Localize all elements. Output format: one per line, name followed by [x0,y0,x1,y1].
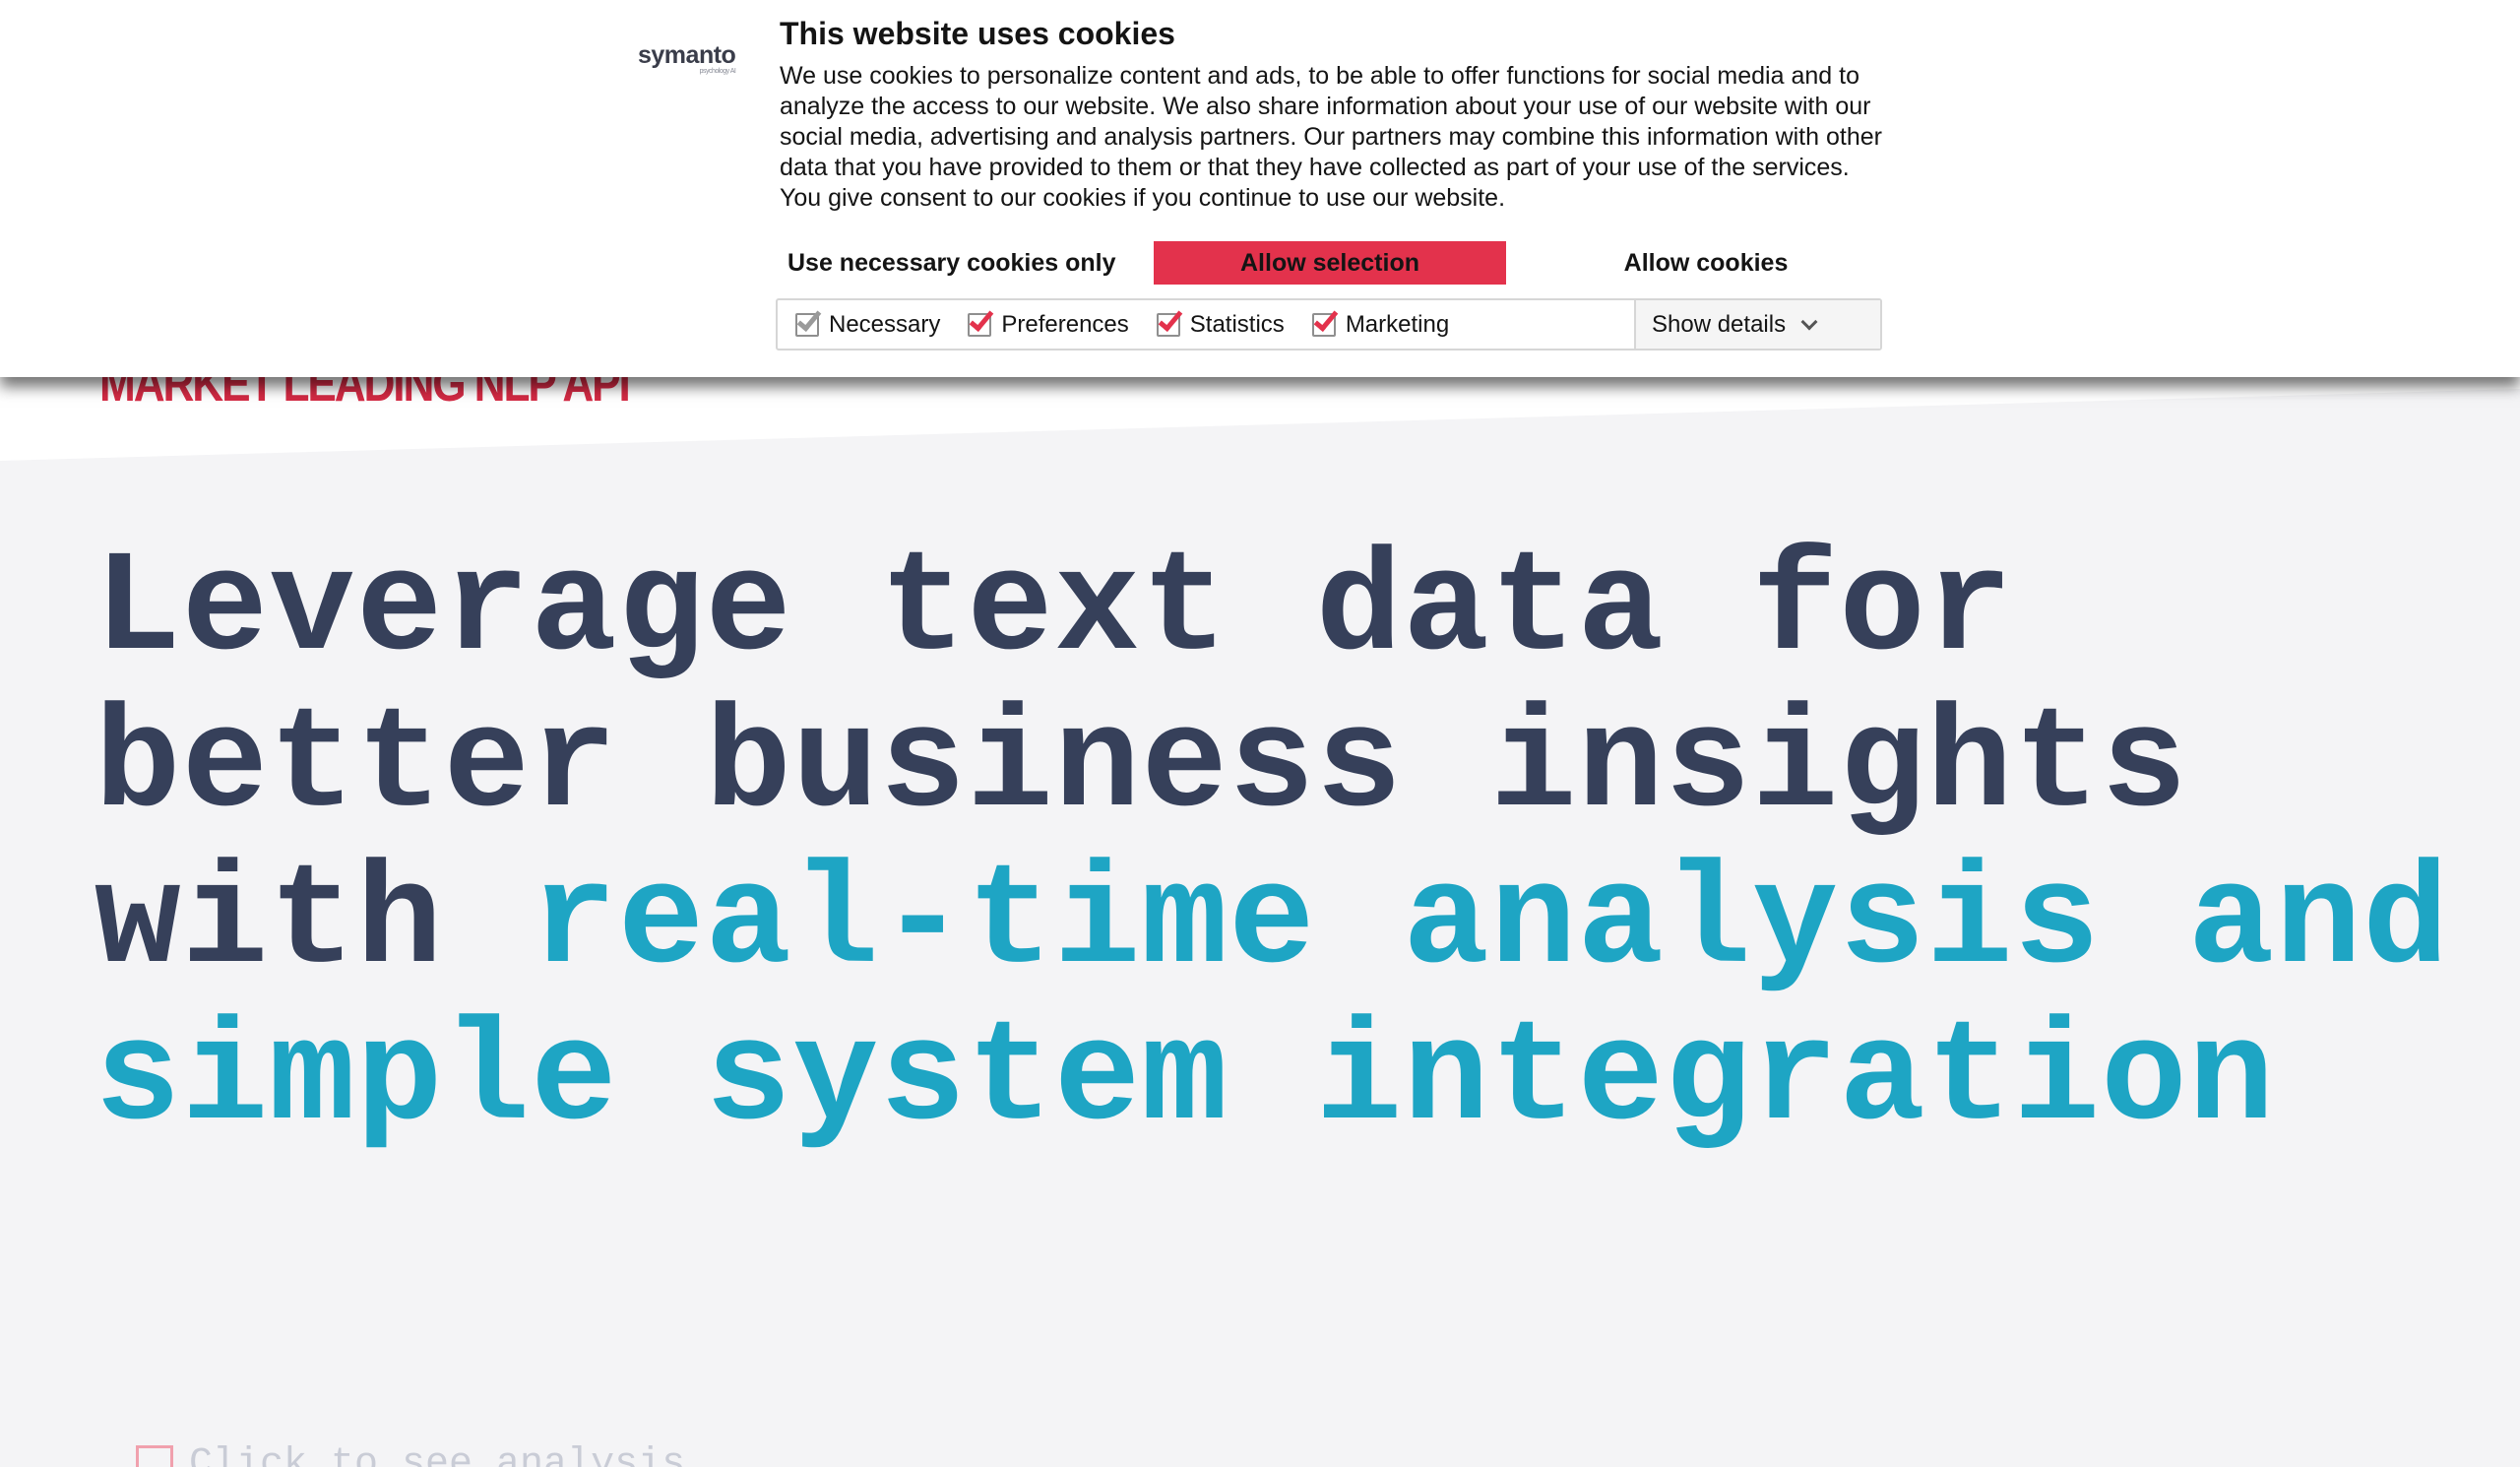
cookie-banner-title: This website uses cookies [780,16,1175,51]
show-details-label: Show details [1652,310,1787,338]
option-preferences[interactable]: Preferences [968,305,1129,339]
option-label: Preferences [1001,310,1129,338]
analysis-hint[interactable]: Click to see analysis [136,1442,685,1467]
cookie-banner-text: We use cookies to personalize content an… [780,62,1882,212]
allow-cookies-button[interactable]: Allow cookies [1532,241,1880,285]
cookie-options: Necessary Preferences Statistics Marketi… [778,300,1634,349]
logo-tagline: psychology AI [699,68,736,75]
allow-selection-button[interactable]: Allow selection [1154,241,1506,285]
chevron-down-icon [1800,313,1818,330]
option-statistics[interactable]: Statistics [1156,305,1285,339]
option-label: Statistics [1189,310,1285,338]
option-label: Marketing [1345,310,1450,338]
statistics-checkbox[interactable] [1156,305,1183,337]
cookie-banner: symanto psychology AI This website uses … [0,0,2520,377]
analysis-hint-label: Click to see analysis [189,1442,686,1467]
marketing-checkbox[interactable] [1311,305,1339,337]
logo-text: symanto [638,41,736,69]
hero-headline: Leverage text data for better business i… [94,532,2496,1158]
cookie-options-bar: Necessary Preferences Statistics Marketi… [776,298,1882,351]
bracket-icon [136,1444,173,1467]
option-marketing[interactable]: Marketing [1311,305,1450,339]
option-necessary: Necessary [795,305,941,339]
option-label: Necessary [829,310,941,338]
show-details-button[interactable]: Show details [1634,300,1880,349]
necessary-checkbox [795,305,822,337]
symanto-logo: symanto psychology AI [638,41,736,75]
preferences-checkbox[interactable] [968,305,994,337]
use-necessary-cookies-button[interactable]: Use necessary cookies only [780,241,1128,285]
